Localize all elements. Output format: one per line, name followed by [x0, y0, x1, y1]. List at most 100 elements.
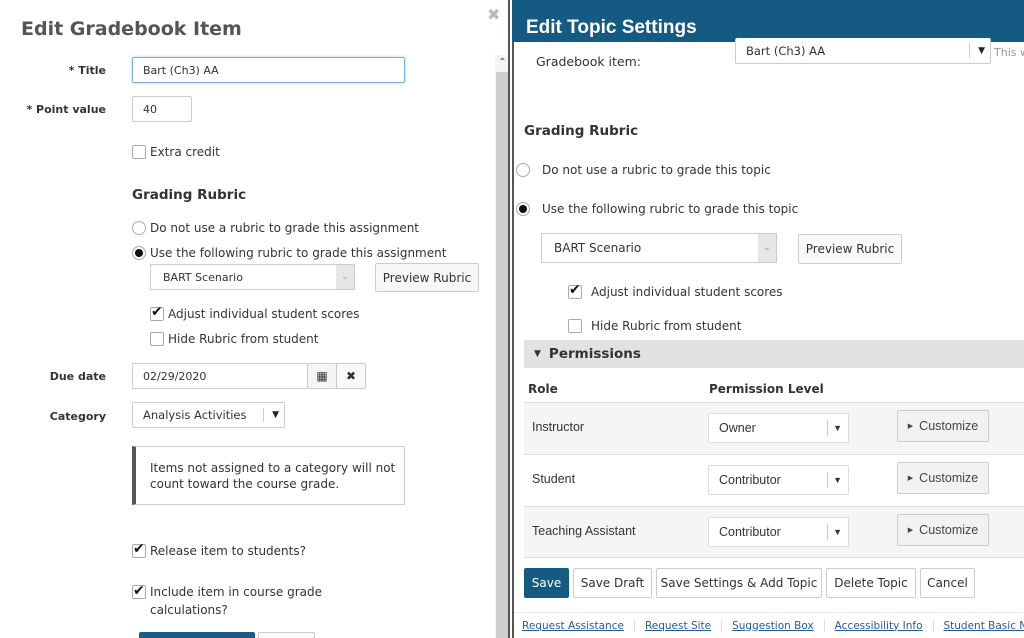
- permission-level-select[interactable]: Contributor ▼: [708, 465, 849, 495]
- chevron-down-icon: ⌄: [336, 265, 354, 289]
- close-icon[interactable]: ✖: [487, 5, 500, 24]
- radio-button-selected[interactable]: [132, 246, 146, 260]
- calendar-icon[interactable]: ▦: [307, 363, 337, 389]
- role-name: Teaching Assistant: [532, 524, 636, 538]
- divider: [827, 420, 828, 436]
- scrollbar-thumb[interactable]: [496, 72, 508, 638]
- permission-level-value: Owner: [719, 421, 756, 435]
- scroll-up-icon[interactable]: ⌃: [495, 55, 508, 71]
- due-date-input[interactable]: 02/29/2020: [132, 363, 308, 389]
- checkbox-box-checked[interactable]: [132, 541, 146, 558]
- role-name: Student: [532, 472, 576, 486]
- rubric-option-use[interactable]: Use the following rubric to grade this t…: [516, 202, 798, 216]
- caret-down-icon: ▼: [272, 410, 279, 420]
- rubric-select-value: BART Scenario: [554, 241, 642, 255]
- hide-rubric-checkbox[interactable]: Hide Rubric from student: [568, 319, 742, 333]
- radio-button[interactable]: [132, 221, 146, 235]
- footer-link-accessibility-info[interactable]: Accessibility Info: [825, 619, 934, 632]
- permissions-toggle[interactable]: ▼ Permissions: [524, 340, 1024, 368]
- preview-rubric-button[interactable]: Preview Rubric: [375, 263, 479, 292]
- rubric-option-use-label: Use the following rubric to grade this t…: [542, 202, 799, 216]
- caret-down-icon: ▼: [978, 45, 985, 56]
- footer-link-request-site[interactable]: Request Site: [635, 619, 723, 632]
- panel-title: Edit Topic Settings: [526, 17, 697, 38]
- point-value-label: * Point value: [26, 103, 106, 116]
- title-label: * Title: [68, 64, 106, 77]
- permission-level-select[interactable]: Contributor ▼: [708, 517, 849, 547]
- hide-rubric-checkbox[interactable]: Hide Rubric from student: [150, 332, 319, 346]
- grading-rubric-heading: Grading Rubric: [132, 187, 247, 203]
- rubric-option-none-label: Do not use a rubric to grade this assign…: [150, 221, 420, 235]
- category-select[interactable]: Analysis Activities ▼: [132, 402, 285, 428]
- include-grade-checkbox[interactable]: Include item in course grade calculation…: [132, 582, 332, 619]
- footer-link-request-assistance[interactable]: Request Assistance: [514, 619, 635, 632]
- release-item-checkbox[interactable]: Release item to students?: [132, 541, 306, 558]
- checkbox-box-checked[interactable]: [150, 304, 164, 321]
- title-input[interactable]: Bart (Ch3) AA: [132, 57, 405, 83]
- hide-rubric-label: Hide Rubric from student: [168, 332, 319, 346]
- divider: [827, 524, 828, 540]
- column-header-role: Role: [528, 382, 558, 396]
- permissions-heading: Permissions: [548, 346, 641, 362]
- adjust-scores-checkbox[interactable]: Adjust individual student scores: [568, 282, 783, 299]
- delete-topic-button[interactable]: Delete Topic: [826, 568, 916, 598]
- rubric-select[interactable]: BART Scenario ⌄: [150, 264, 355, 290]
- cancel-button[interactable]: Cancel: [920, 568, 975, 598]
- cancel-button-partial[interactable]: [258, 632, 315, 638]
- gradebook-item-select[interactable]: Bart (Ch3) AA ▼: [735, 38, 991, 64]
- caret-down-icon: ▼: [534, 349, 541, 359]
- save-button-partial[interactable]: [139, 632, 255, 638]
- checkbox-box[interactable]: [132, 145, 146, 159]
- rubric-option-use-label: Use the following rubric to grade this a…: [150, 246, 447, 260]
- rubric-option-none[interactable]: Do not use a rubric to grade this topic: [516, 163, 771, 177]
- category-label: Category: [49, 410, 106, 423]
- panel-header: Edit Topic Settings: [512, 0, 1024, 42]
- extra-credit-checkbox[interactable]: Extra credit: [132, 145, 220, 159]
- footer-link-student-basic-needs[interactable]: Student Basic Needs: [934, 620, 1024, 632]
- rubric-select[interactable]: BART Scenario ⌄: [541, 233, 777, 263]
- checkbox-box[interactable]: [568, 319, 582, 333]
- rubric-option-none-label: Do not use a rubric to grade this topic: [542, 163, 771, 177]
- gradebook-item-hint: This w: [994, 46, 1024, 59]
- due-date-label: Due date: [49, 370, 106, 383]
- include-grade-label: Include item in course grade calculation…: [150, 585, 323, 617]
- checkbox-box-checked[interactable]: [568, 282, 582, 299]
- gradebook-item-label: Gradebook item:: [536, 54, 642, 69]
- rubric-select-value: BART Scenario: [163, 270, 243, 284]
- caret-down-icon: ▼: [833, 475, 842, 485]
- footer-links: Request Assistance Request Site Suggesti…: [514, 612, 1024, 638]
- extra-credit-label: Extra credit: [150, 145, 220, 159]
- save-button[interactable]: Save: [524, 568, 569, 598]
- point-value-input[interactable]: 40: [132, 96, 192, 122]
- caret-right-icon: ▶: [907, 527, 914, 534]
- rubric-option-use[interactable]: Use the following rubric to grade this a…: [132, 246, 446, 260]
- rubric-option-none[interactable]: Do not use a rubric to grade this assign…: [132, 221, 419, 235]
- panel-body: Gradebook item: Bart (Ch3) AA ▼ This w G…: [512, 38, 1024, 638]
- customize-button[interactable]: ▶ Customize: [897, 462, 989, 494]
- save-settings-add-topic-button[interactable]: Save Settings & Add Topic: [656, 568, 822, 598]
- permission-level-value: Contributor: [719, 473, 781, 487]
- role-name: Instructor: [532, 420, 585, 434]
- caret-down-icon: ▼: [833, 423, 842, 433]
- checkbox-box-checked[interactable]: [132, 582, 146, 600]
- scrollbar[interactable]: ⌃: [495, 55, 508, 638]
- customize-button[interactable]: ▶ Customize: [897, 410, 989, 442]
- caret-down-icon: ▼: [833, 527, 842, 537]
- adjust-scores-checkbox[interactable]: Adjust individual student scores: [150, 304, 360, 321]
- customize-button[interactable]: ▶ Customize: [897, 514, 989, 546]
- divider: [827, 472, 828, 488]
- customize-label: Customize: [919, 523, 979, 537]
- divider: [263, 408, 264, 422]
- radio-button-selected[interactable]: [516, 202, 530, 216]
- checkbox-box[interactable]: [150, 332, 164, 346]
- chevron-down-icon: ⌄: [758, 234, 776, 262]
- radio-button[interactable]: [516, 163, 530, 177]
- adjust-scores-label: Adjust individual student scores: [591, 285, 783, 299]
- save-draft-button[interactable]: Save Draft: [573, 568, 652, 598]
- clear-date-icon[interactable]: ✖: [336, 363, 366, 389]
- permission-level-select[interactable]: Owner ▼: [708, 413, 849, 443]
- preview-rubric-button[interactable]: Preview Rubric: [798, 234, 902, 264]
- footer-link-suggestion-box[interactable]: Suggestion Box: [722, 619, 825, 632]
- dialog-title: Edit Gradebook Item: [21, 18, 242, 40]
- customize-label: Customize: [919, 419, 979, 433]
